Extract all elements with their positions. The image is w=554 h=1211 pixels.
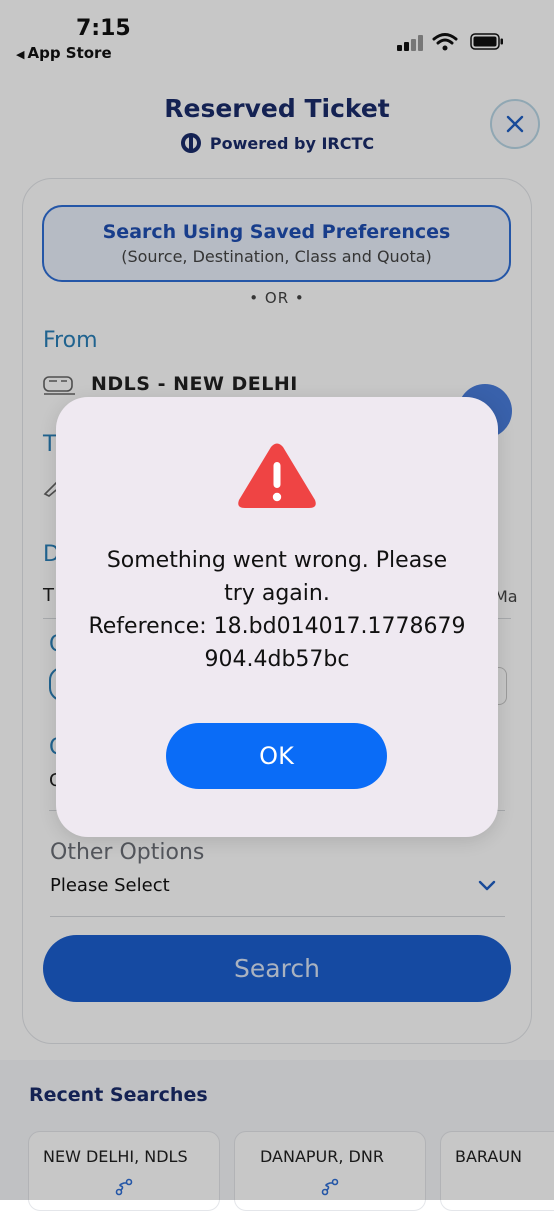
error-reference-line: Reference: 18.bd014017.1778679 [88,614,466,639]
error-message-line: try again. [224,581,330,606]
ok-button[interactable]: OK [166,723,387,789]
error-message-line: Something went wrong. Please [106,548,448,573]
error-dialog: Something went wrong. Please try again. … [56,397,498,837]
error-reference-line: 904.4db57bc [204,647,350,672]
warning-icon [238,443,316,508]
reserved-ticket-screen: 7:15 ◀ App Store Reserved Ticket Powered … [0,0,554,1211]
error-message: Something went wrong. Please try again. … [82,544,472,676]
